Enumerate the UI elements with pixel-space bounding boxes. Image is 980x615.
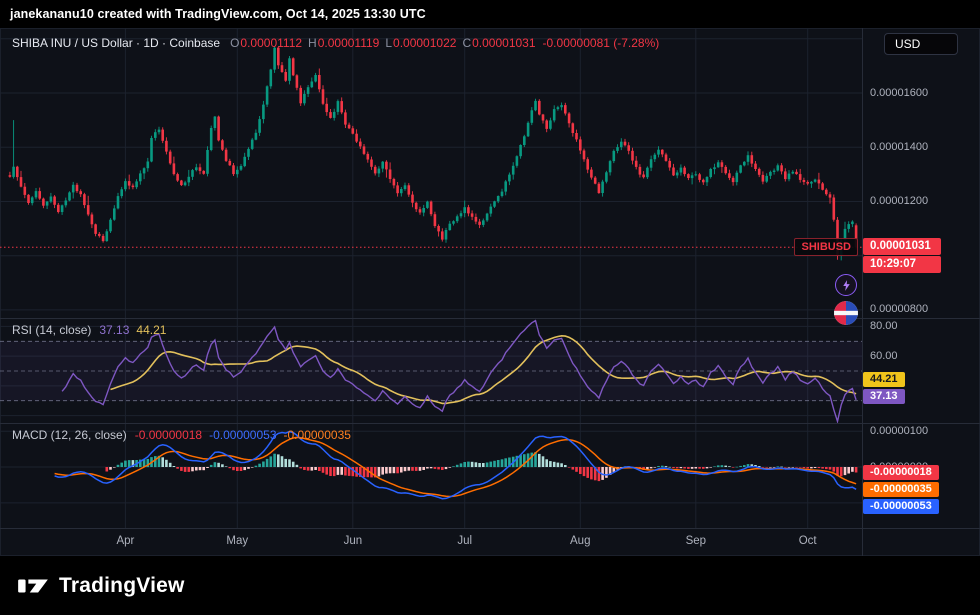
macd-line-value: -0.00000053 (209, 428, 276, 442)
footer-bar: TradingView (0, 556, 980, 615)
pane-separator[interactable] (0, 423, 980, 424)
tradingview-logo-mark (16, 573, 50, 599)
currency-selector-button[interactable]: USD (884, 33, 958, 55)
time-axis-month-label: Sep (679, 535, 713, 547)
attribution-bar: janekananu10 created with TradingView.co… (0, 0, 980, 28)
symbol-price-label: SHIBUSD (794, 238, 858, 256)
macd-title: MACD (12, 26, close) (12, 428, 127, 442)
price-axis-label: 0.00001600 (870, 87, 928, 99)
high-label: H (308, 36, 317, 50)
flag-icon[interactable] (833, 300, 859, 326)
chart-area: SHIBA INU / US Dollar · 1D · CoinbaseO0.… (0, 28, 980, 556)
rsi-value-badge: 37.13 (863, 389, 905, 404)
macd-hist-value: -0.00000018 (135, 428, 202, 442)
price-axis-label: 0.00001400 (870, 141, 928, 153)
rsi-axis-label: 80.00 (870, 320, 898, 332)
open-value: 0.00001112 (240, 36, 302, 50)
countdown-badge: 10:29:07 (863, 256, 941, 273)
rsi-ma-value: 44.21 (136, 323, 166, 337)
time-axis-month-label: Jul (448, 535, 482, 547)
price-chart-canvas[interactable] (0, 28, 862, 318)
close-value: 0.00001031 (472, 36, 535, 50)
last-price-badge: 0.00001031 (863, 238, 941, 255)
screenshot-root: janekananu10 created with TradingView.co… (0, 0, 980, 615)
macd-axis-label: 0.00000100 (870, 425, 928, 437)
time-axis-month-label: Jun (336, 535, 370, 547)
time-axis-month-label: May (220, 535, 254, 547)
pane-separator[interactable] (0, 528, 980, 529)
price-axis-label: 0.00001200 (870, 195, 928, 207)
low-value: 0.00001022 (393, 36, 456, 50)
macd-hist-value-badge: -0.00000018 (863, 465, 939, 480)
rsi-axis-label: 60.00 (870, 350, 898, 362)
attribution-text: janekananu10 created with TradingView.co… (10, 7, 426, 21)
macd-line-value-badge: -0.00000053 (863, 499, 939, 514)
rsi-legend[interactable]: RSI (14, close) 37.13 44.21 (12, 323, 166, 337)
macd-signal-value-badge: -0.00000035 (863, 482, 939, 497)
rsi-title: RSI (14, close) (12, 323, 91, 337)
change-value: -0.00000081 (-7.28%) (543, 36, 660, 50)
open-label: O (230, 36, 239, 50)
rsi-value: 37.13 (99, 323, 129, 337)
macd-signal-value: -0.00000035 (284, 428, 351, 442)
price-axis-label: 0.00000800 (870, 303, 928, 315)
time-axis-month-label: Aug (563, 535, 597, 547)
low-label: L (385, 36, 392, 50)
tradingview-logo[interactable] (16, 573, 50, 599)
close-label: C (462, 36, 471, 50)
flag-glyph (833, 300, 859, 326)
symbol-title: SHIBA INU / US Dollar · 1D · Coinbase (12, 36, 220, 50)
high-value: 0.00001119 (318, 36, 380, 50)
lightning-glyph (840, 279, 853, 292)
macd-legend[interactable]: MACD (12, 26, close) -0.00000018 -0.000000… (12, 428, 351, 442)
tradingview-brand-text: TradingView (59, 574, 185, 598)
lightning-icon[interactable] (835, 274, 857, 296)
symbol-legend[interactable]: SHIBA INU / US Dollar · 1D · CoinbaseO0.… (12, 36, 659, 50)
time-axis-month-label: Apr (108, 535, 142, 547)
time-axis-month-label: Oct (791, 535, 825, 547)
rsi-ma-value-badge: 44.21 (863, 372, 905, 387)
